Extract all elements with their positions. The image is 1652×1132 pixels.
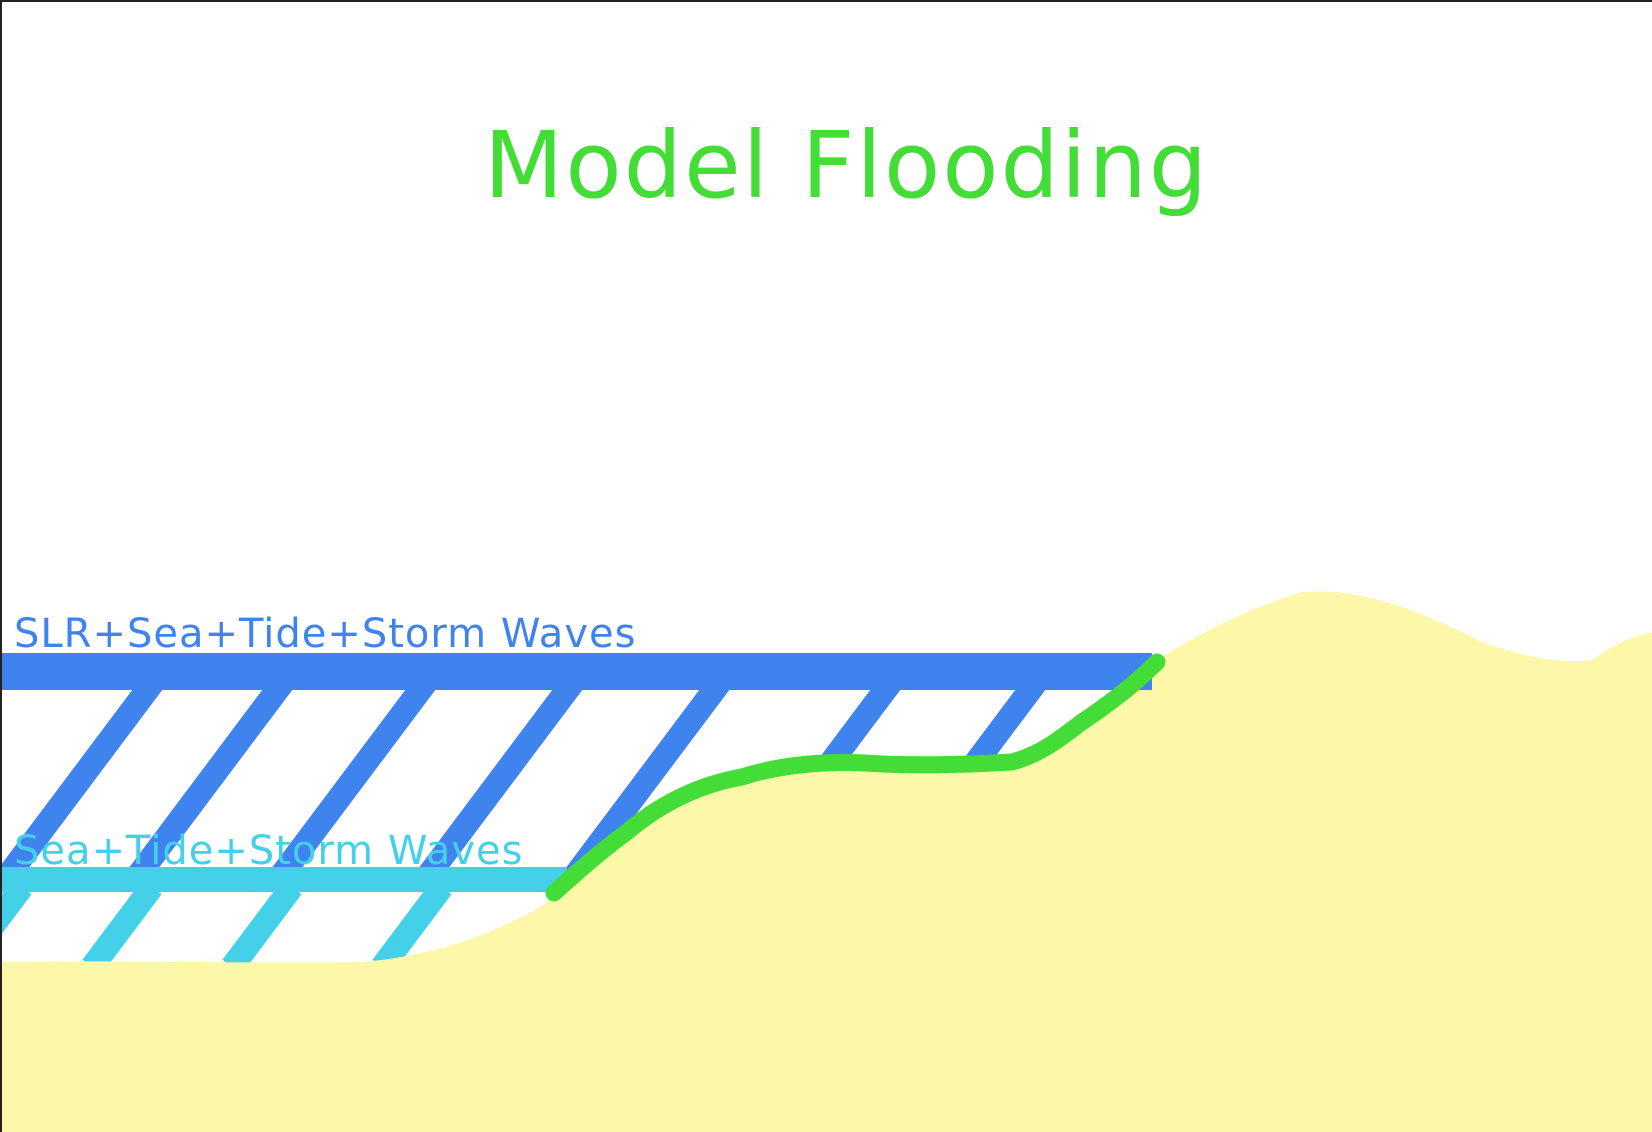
lower-level-label: Sea+Tide+Storm Waves xyxy=(14,828,523,874)
upper-water-bar xyxy=(2,653,1152,690)
upper-level-label: SLR+Sea+Tide+Storm Waves xyxy=(14,611,636,657)
lower-hatch-line xyxy=(82,882,162,967)
lower-hatch-line xyxy=(2,882,32,934)
lower-hatch xyxy=(2,882,452,967)
diagram-canvas: Model Flooding SLR+Sea+Tide+Storm Waves … xyxy=(0,0,1652,1132)
flood-diagram: Model Flooding SLR+Sea+Tide+Storm Waves … xyxy=(2,112,1652,1132)
diagram-title: Model Flooding xyxy=(484,112,1209,219)
lower-hatch-line xyxy=(222,882,302,967)
